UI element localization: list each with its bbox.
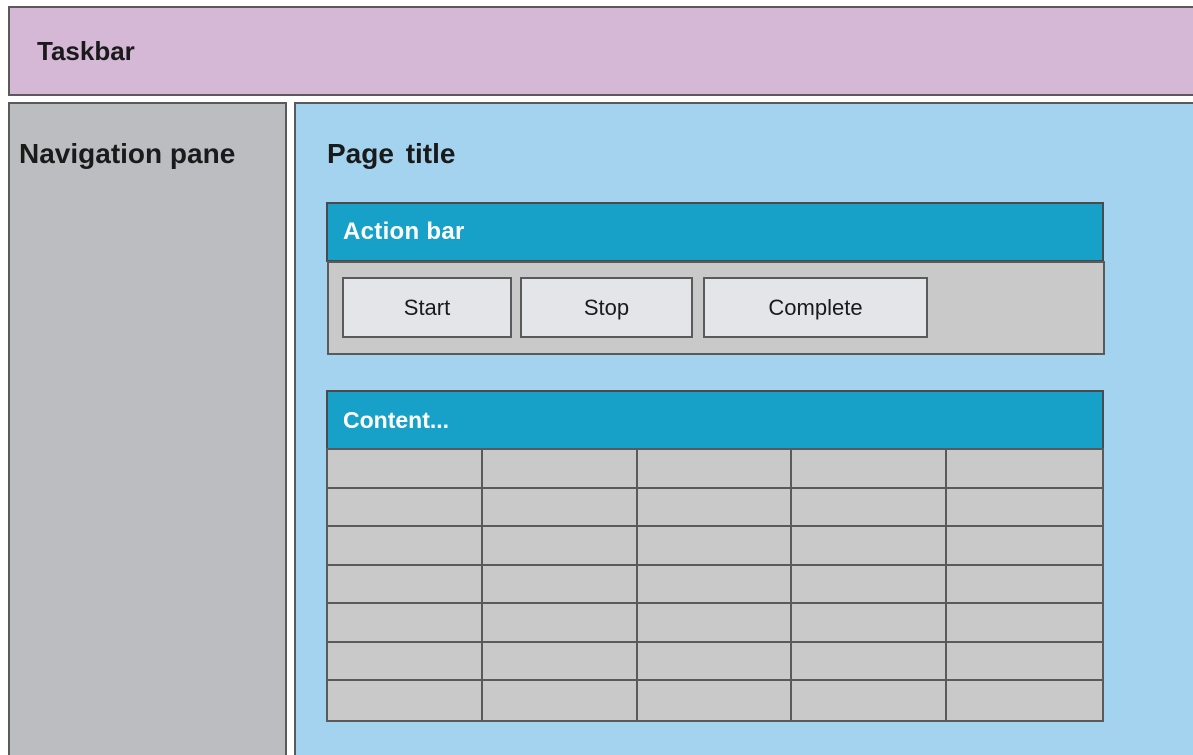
navigation-pane: Navigation pane <box>8 102 287 755</box>
table-cell[interactable] <box>482 681 638 720</box>
taskbar: Taskbar <box>8 6 1193 96</box>
taskbar-title: Taskbar <box>37 36 135 66</box>
table-cell[interactable] <box>792 527 948 566</box>
table-cell[interactable] <box>482 450 638 489</box>
navigation-pane-title: Navigation pane <box>19 138 236 169</box>
table-cell[interactable] <box>328 565 483 605</box>
table-cell[interactable] <box>947 450 1102 489</box>
table-cell[interactable] <box>637 604 793 643</box>
content-header: Content... <box>326 390 1104 450</box>
table-cell[interactable] <box>328 527 483 566</box>
table-cell[interactable] <box>947 527 1102 566</box>
action-bar-header: Action bar <box>326 202 1104 262</box>
content-title: Content... <box>343 407 450 433</box>
page-title: Page title <box>327 138 456 169</box>
table-cell[interactable] <box>792 488 948 528</box>
table-cell[interactable] <box>482 527 638 566</box>
table-cell[interactable] <box>637 488 793 528</box>
table-cell[interactable] <box>792 604 948 643</box>
table-cell[interactable] <box>792 450 948 489</box>
table-cell[interactable] <box>947 488 1102 528</box>
stop-button[interactable]: Stop <box>520 277 693 338</box>
table-cell[interactable] <box>328 488 483 528</box>
table-cell[interactable] <box>328 450 483 489</box>
table-cell[interactable] <box>482 604 638 643</box>
table-cell[interactable] <box>482 488 638 528</box>
action-bar: Start Stop Complete <box>327 261 1105 355</box>
table-cell[interactable] <box>947 681 1102 720</box>
table-cell[interactable] <box>637 527 793 566</box>
table-cell[interactable] <box>947 642 1102 682</box>
table-cell[interactable] <box>792 565 948 605</box>
table-cell[interactable] <box>482 642 638 682</box>
table-cell[interactable] <box>637 642 793 682</box>
content-table <box>326 448 1104 722</box>
complete-button[interactable]: Complete <box>703 277 928 338</box>
table-cell[interactable] <box>328 642 483 682</box>
table-cell[interactable] <box>637 565 793 605</box>
table-cell[interactable] <box>792 681 948 720</box>
layout-diagram: Taskbar Navigation pane Page title Actio… <box>0 0 1193 755</box>
table-cell[interactable] <box>637 450 793 489</box>
table-cell[interactable] <box>947 604 1102 643</box>
table-cell[interactable] <box>328 604 483 643</box>
table-cell[interactable] <box>328 681 483 720</box>
action-bar-title: Action bar <box>343 218 465 245</box>
table-cell[interactable] <box>947 565 1102 605</box>
table-cell[interactable] <box>482 565 638 605</box>
start-button[interactable]: Start <box>342 277 512 338</box>
main-content-area: Page title Action bar Start Stop Complet… <box>294 102 1193 755</box>
table-cell[interactable] <box>792 642 948 682</box>
table-cell[interactable] <box>637 681 793 720</box>
